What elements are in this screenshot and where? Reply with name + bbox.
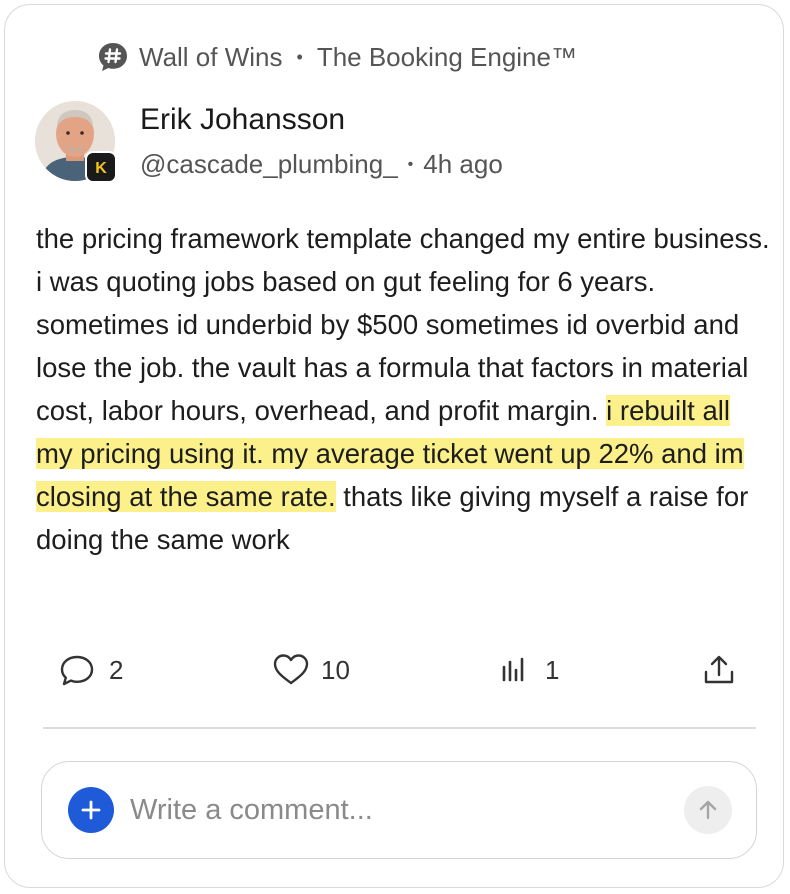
share-icon	[704, 655, 734, 684]
post-header: Wall of Wins • The Booking Engine™	[97, 39, 577, 75]
header-separator: •	[296, 46, 303, 67]
hashtag-icon	[97, 41, 129, 73]
meta-separator: •	[407, 155, 414, 173]
comment-icon	[60, 655, 94, 686]
badge-k-icon: K	[90, 156, 112, 178]
plus-icon	[81, 800, 101, 820]
comment-input[interactable]	[130, 786, 670, 834]
send-comment-button[interactable]	[684, 786, 732, 834]
author-handle[interactable]: @cascade_plumbing_	[140, 149, 398, 180]
like-action[interactable]: 10	[271, 650, 350, 690]
post-card: Wall of Wins • The Booking Engine™ K Eri…	[4, 4, 784, 888]
post-actions: 2 10 1	[5, 650, 785, 694]
community-link[interactable]: Wall of Wins	[139, 42, 283, 73]
share-action[interactable]	[701, 650, 737, 690]
comment-composer	[41, 761, 757, 859]
divider	[43, 727, 756, 729]
like-count: 10	[321, 654, 350, 685]
svg-text:K: K	[95, 160, 107, 177]
post-body: the pricing framework template changed m…	[36, 217, 771, 561]
author-name[interactable]: Erik Johansson	[140, 103, 345, 137]
bar-chart-icon	[502, 657, 524, 682]
member-badge: K	[85, 151, 117, 183]
arrow-up-icon	[699, 800, 717, 820]
post-timestamp: 4h ago	[423, 149, 503, 179]
post-meta: @cascade_plumbing_ • 4h ago	[140, 149, 503, 180]
add-attachment-button[interactable]	[68, 787, 114, 833]
space-link[interactable]: The Booking Engine™	[317, 42, 577, 73]
views-action[interactable]: 1	[499, 650, 559, 690]
comment-count: 2	[109, 654, 124, 685]
heart-icon	[273, 654, 309, 685]
views-count: 1	[545, 654, 560, 685]
comment-action[interactable]: 2	[57, 650, 123, 690]
